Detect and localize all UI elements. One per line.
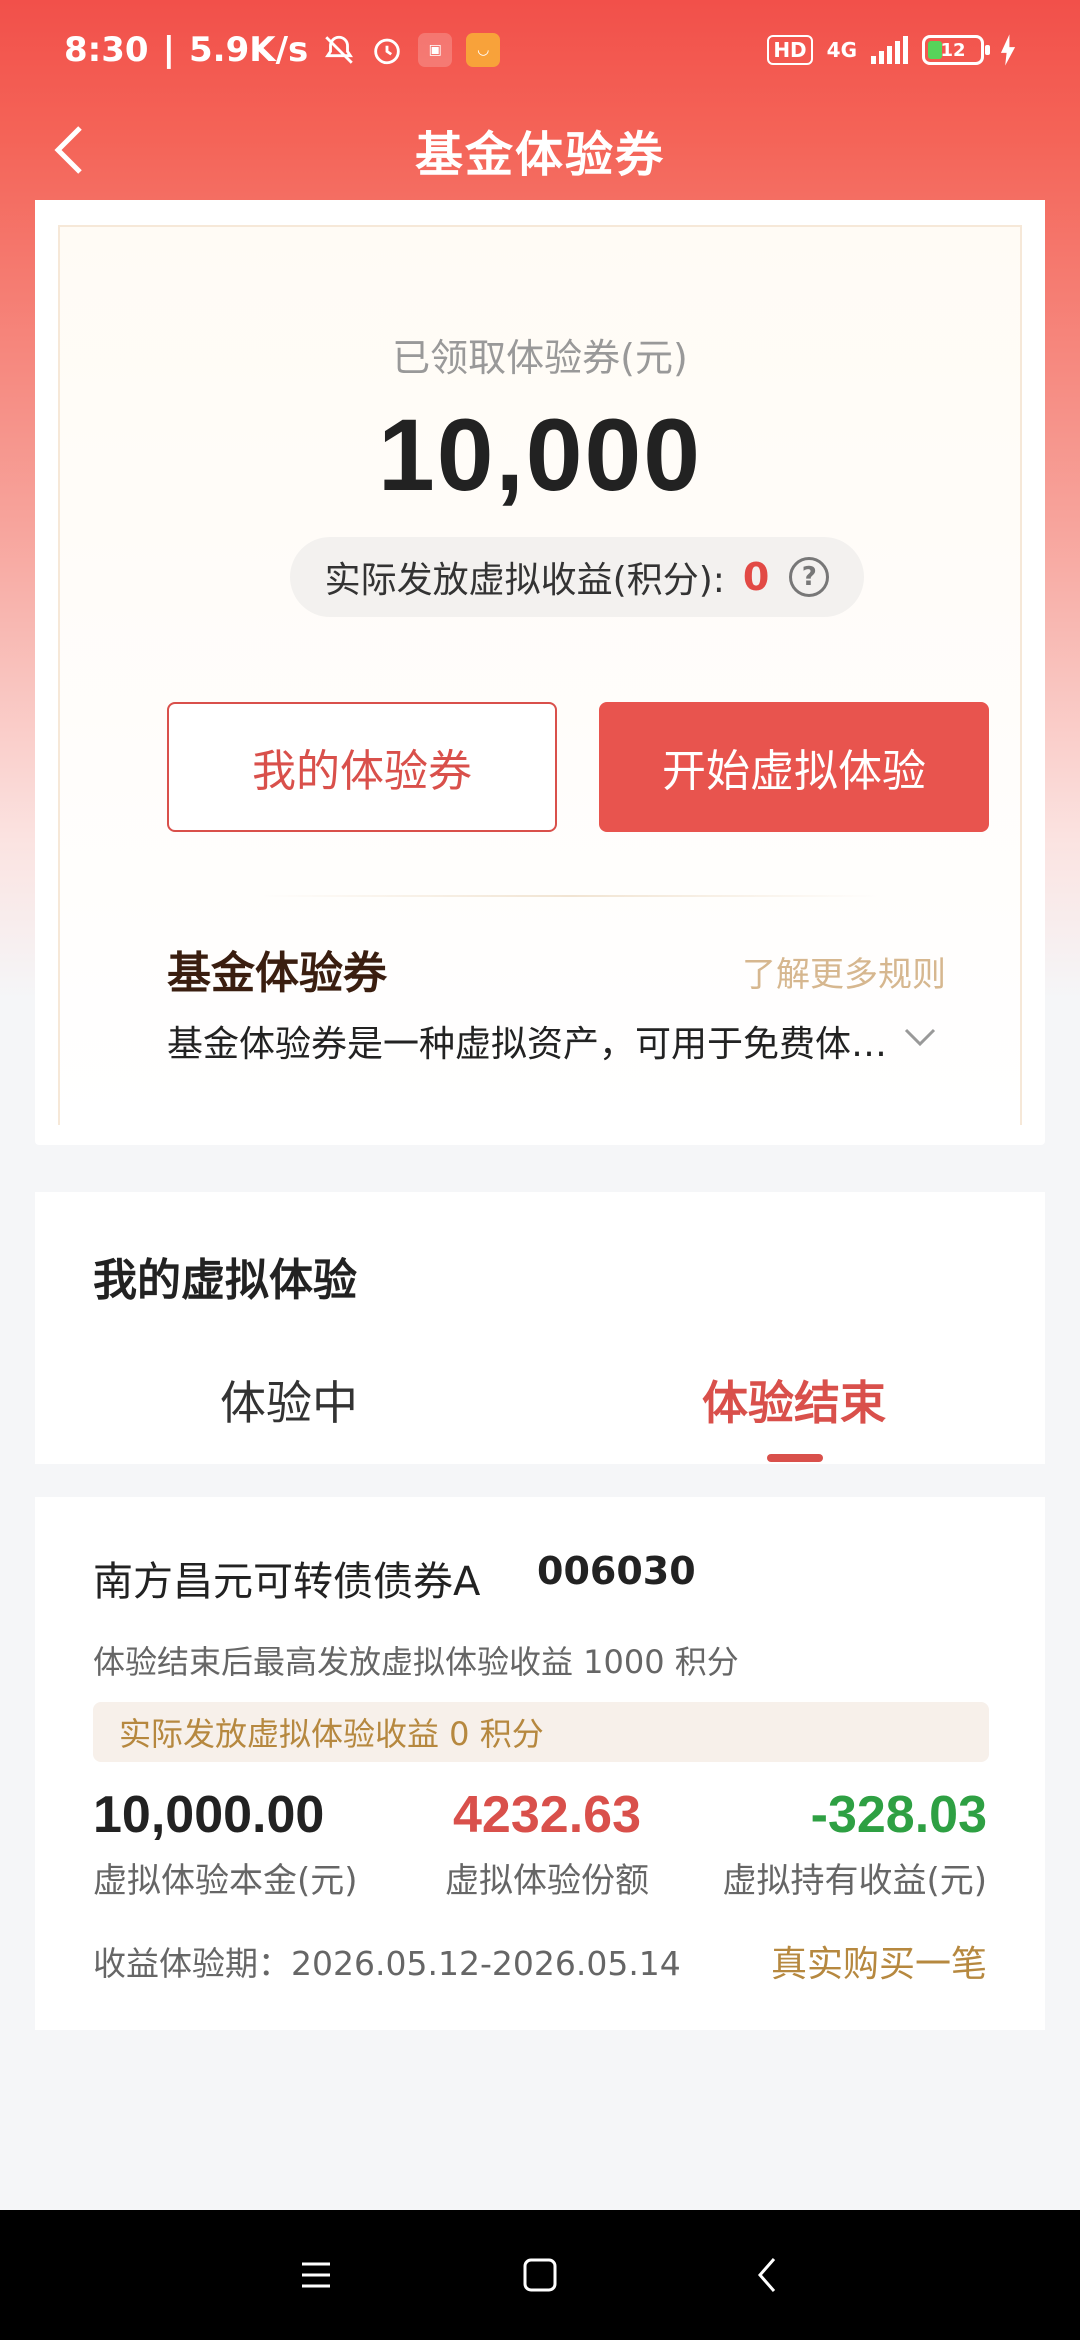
network-type: 4G	[826, 38, 857, 62]
experience-period: 收益体验期：2026.05.12-2026.05.14	[93, 1944, 681, 1983]
expand-button[interactable]	[900, 1017, 940, 1057]
menu-button[interactable]	[286, 2245, 346, 2305]
profit-metric: -328.03 虚拟持有收益(元)	[722, 1785, 987, 1902]
voucher-card: 已领取体验券(元) 10,000 实际发放虚拟收益(积分): 0 ? 我的体验券…	[35, 200, 1045, 1145]
actual-reward-text: 实际发放虚拟体验收益 0 积分	[119, 1715, 544, 1753]
fund-name: 南方昌元可转债债券A	[93, 1559, 481, 1605]
menu-icon	[302, 2262, 330, 2288]
status-bar: 8:30 | 5.9K/s ▣ ◡ HD 4G 12	[0, 0, 1080, 100]
earned-points-pill: 实际发放虚拟收益(积分): 0 ?	[290, 537, 864, 617]
section-title: 我的虚拟体验	[93, 1255, 357, 1306]
app-notification-icon: ▣	[418, 33, 453, 67]
rules-description: 基金体验券是一种虚拟资产，可用于免费体…	[167, 1024, 888, 1065]
tab-in-progress[interactable]: 体验中	[220, 1367, 358, 1433]
active-tab-indicator	[767, 1454, 823, 1462]
rules-title: 基金体验券	[167, 948, 387, 999]
profit-label: 虚拟持有收益(元)	[722, 1861, 987, 1901]
profit-value: -328.03	[810, 1786, 987, 1844]
shares-metric: 4232.63 虚拟体验份额	[437, 1785, 657, 1902]
received-label: 已领取体验券(元)	[392, 336, 688, 380]
help-icon[interactable]: ?	[789, 557, 830, 597]
start-experience-button[interactable]: 开始虚拟体验	[599, 702, 989, 832]
home-icon	[523, 2258, 557, 2292]
principal-label: 虚拟体验本金(元)	[93, 1861, 358, 1901]
more-rules-link[interactable]: 了解更多规则	[742, 947, 946, 996]
fund-code: 006030	[537, 1549, 696, 1593]
system-back-button[interactable]	[738, 2245, 798, 2305]
battery-level: 12	[940, 39, 966, 61]
alarm-icon	[370, 33, 404, 67]
principal-value: 10,000.00	[93, 1786, 325, 1844]
status-right: HD 4G 12	[767, 33, 1018, 67]
back-button[interactable]	[40, 120, 100, 180]
received-value: 10,000	[378, 398, 702, 512]
actual-reward-banner: 实际发放虚拟体验收益 0 积分	[93, 1702, 989, 1762]
network-speed: 5.9K/s	[189, 30, 309, 70]
home-button[interactable]	[510, 2245, 570, 2305]
status-separator: |	[162, 30, 175, 70]
chevron-left-icon	[54, 126, 82, 174]
signal-icon	[871, 36, 908, 64]
my-vouchers-button[interactable]: 我的体验券	[167, 702, 557, 832]
fund-item-card[interactable]: 南方昌元可转债债券A 006030 体验结束后最高发放虚拟体验收益 1000 积…	[35, 1497, 1045, 2030]
page-title: 基金体验券	[414, 127, 665, 183]
voucher-card-inner: 已领取体验券(元) 10,000 实际发放虚拟收益(积分): 0 ? 我的体验券…	[58, 225, 1022, 1125]
my-experience-section: 我的虚拟体验 体验中 体验结束	[35, 1192, 1045, 1464]
shopping-app-icon: ◡	[466, 33, 501, 67]
hd-icon: HD	[767, 35, 813, 65]
shares-label: 虚拟体验份额	[445, 1861, 649, 1901]
system-nav-bar	[0, 2210, 1080, 2340]
divider	[260, 895, 880, 897]
status-time: 8:30	[64, 30, 149, 70]
battery-icon: 12	[922, 35, 990, 65]
shares-value: 4232.63	[453, 1786, 641, 1844]
max-reward-note: 体验结束后最高发放虚拟体验收益 1000 积分	[93, 1643, 739, 1681]
tab-ended[interactable]: 体验结束	[702, 1367, 886, 1433]
back-icon	[758, 2258, 776, 2292]
charging-icon	[998, 33, 1018, 67]
buy-real-link[interactable]: 真实购买一笔	[771, 1935, 987, 1987]
chevron-down-icon	[904, 1028, 936, 1047]
status-left: 8:30 | 5.9K/s ▣ ◡	[64, 30, 501, 70]
mute-icon	[322, 33, 356, 67]
nav-bar: 基金体验券	[0, 100, 1080, 200]
earned-label: 实际发放虚拟收益(积分):	[324, 560, 725, 601]
earned-value: 0	[742, 555, 770, 599]
principal-metric: 10,000.00 虚拟体验本金(元)	[93, 1785, 358, 1902]
